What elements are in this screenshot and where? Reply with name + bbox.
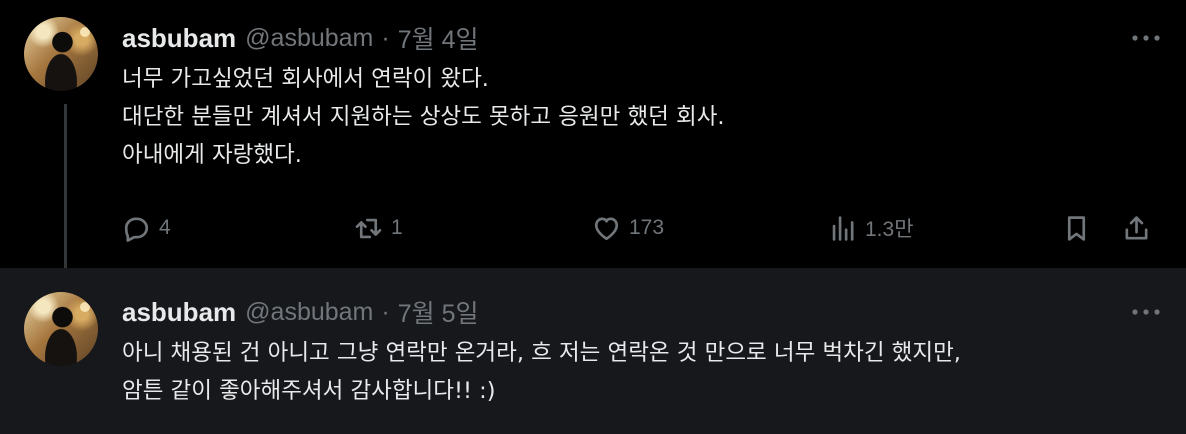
analytics-icon: [832, 215, 854, 241]
tweet-date[interactable]: 7월 5일: [398, 294, 479, 330]
views-button[interactable]: 1.3만: [828, 206, 914, 250]
separator-dot: ·: [381, 297, 390, 326]
avatar[interactable]: [24, 292, 98, 366]
user-handle[interactable]: @asbubam: [245, 298, 373, 327]
user-handle[interactable]: @asbubam: [245, 24, 373, 53]
tweet-text-line: 너무 가고싶었던 회사에서 연락이 왔다.: [122, 66, 489, 92]
tweet-text-line: 암튼 같이 좋아해주셔서 감사합니다!! :): [122, 378, 496, 404]
view-count: 1.3만: [865, 218, 914, 241]
like-count: 173: [629, 216, 665, 239]
repost-icon: [355, 218, 382, 238]
tweet-reply[interactable]: asbubam @asbubam · 7월 5일 아니 채용된 건 아니고 그냥…: [0, 268, 1186, 434]
tweet-text-line: 아니 채용된 건 아니고 그냥 연락만 온거라, 흐 저는 연락온 것 만으로 …: [122, 340, 961, 366]
heart-icon: [594, 217, 619, 240]
more-horizontal-icon[interactable]: [1130, 28, 1162, 48]
thread-connector-line: [64, 104, 67, 282]
display-name[interactable]: asbubam: [122, 297, 236, 328]
bookmark-icon: [1067, 215, 1086, 241]
repost-button[interactable]: 1: [354, 206, 403, 250]
tweet-header: asbubam @asbubam · 7월 5일: [122, 297, 478, 329]
avatar[interactable]: [24, 17, 98, 91]
repost-count: 1: [391, 216, 403, 239]
separator-dot: ·: [381, 23, 390, 52]
reply-button[interactable]: 4: [122, 206, 171, 250]
more-horizontal-icon[interactable]: [1130, 302, 1162, 322]
tweet-text-line: 대단한 분들만 계셔서 지원하는 상상도 못하고 응원만 했던 회사.: [122, 104, 725, 130]
bookmark-button[interactable]: [1062, 206, 1091, 250]
reply-count: 4: [159, 216, 171, 239]
tweet-date[interactable]: 7월 4일: [398, 20, 479, 56]
tweet-actions: 4 1 173 1.3만: [122, 206, 1162, 250]
tweet-text-line: 아내에게 자랑했다.: [122, 142, 302, 168]
reply-icon: [124, 217, 149, 242]
tweet-main[interactable]: asbubam @asbubam · 7월 4일 너무 가고싶었던 회사에서 연…: [0, 0, 1186, 282]
display-name[interactable]: asbubam: [122, 23, 236, 54]
share-button[interactable]: [1122, 206, 1151, 250]
tweet-header: asbubam @asbubam · 7월 4일: [122, 23, 478, 55]
like-button[interactable]: 173: [592, 206, 664, 250]
tweet-text: 너무 가고싶었던 회사에서 연락이 왔다. 대단한 분들만 계셔서 지원하는 상…: [122, 60, 1162, 174]
share-icon: [1125, 215, 1148, 239]
tweet-text: 아니 채용된 건 아니고 그냥 연락만 온거라, 흐 저는 연락온 것 만으로 …: [122, 334, 1162, 410]
